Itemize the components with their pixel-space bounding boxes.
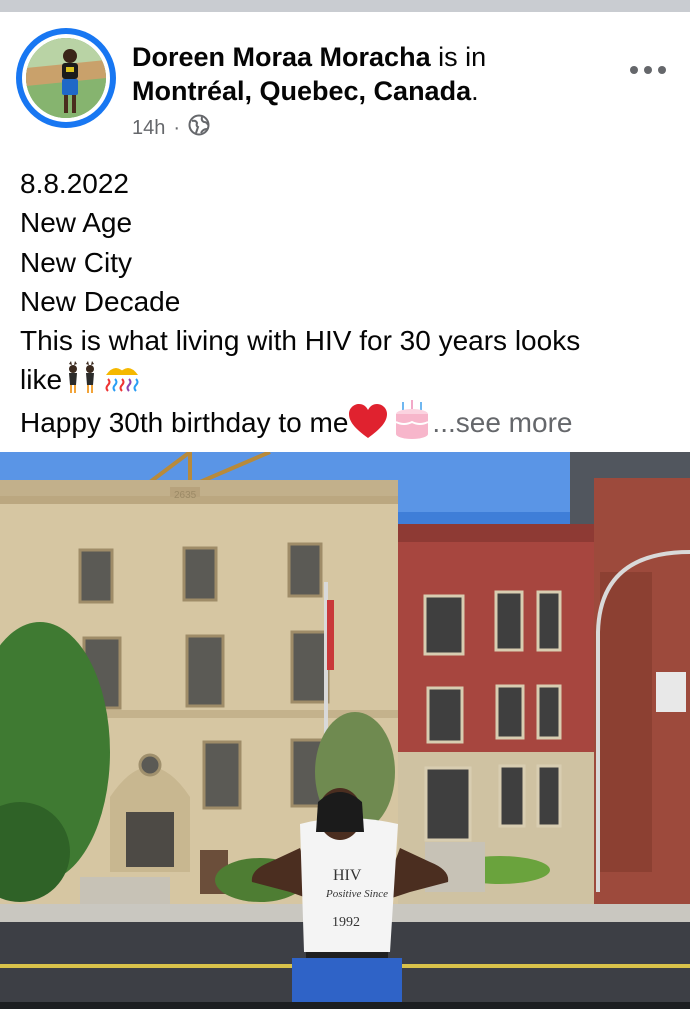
post-text-line-birthday: Happy 30th birthday to me ...see more <box>20 399 680 442</box>
shirt-text-hiv: HIV <box>333 867 362 884</box>
dancers-emoji-icon <box>62 361 102 395</box>
location-link[interactable]: Montréal, Quebec, Canada <box>132 76 471 106</box>
author-name[interactable]: Doreen Moraa Moracha <box>132 42 431 72</box>
see-more-link[interactable]: ...see more <box>432 407 572 438</box>
post-text-line: like <box>20 364 63 396</box>
globe-icon <box>188 114 210 142</box>
bottom-edge <box>0 1002 690 1009</box>
more-options-icon[interactable] <box>630 66 670 80</box>
post-text-line: New City <box>20 246 133 278</box>
birthday-cake-emoji-icon <box>388 399 432 439</box>
post-text-line: 8.8.2022 <box>20 168 129 199</box>
post-text-line-emoji: like <box>20 360 680 399</box>
shirt-text-year: 1992 <box>332 915 360 930</box>
avatar[interactable] <box>26 38 106 118</box>
meta-separator: · <box>173 116 181 139</box>
post-photo[interactable]: HIV Positive Since 1992 2635 <box>0 452 690 1002</box>
status-bar-divider <box>0 0 690 12</box>
post-author-line: Doreen Moraa Moracha is in Montréal, Que… <box>132 40 612 108</box>
post-text-line: New Decade <box>20 285 181 317</box>
post-timestamp[interactable]: 14h <box>132 117 165 140</box>
post-text-line: New Age <box>20 207 133 239</box>
building-sign: 2635 <box>174 490 197 501</box>
post-text-line: This is what living with HIV for 30 year… <box>20 325 581 357</box>
author-connector: is in <box>438 42 487 72</box>
post-header: Doreen Moraa Moracha is in Montréal, Que… <box>0 12 690 152</box>
red-heart-emoji-icon <box>348 403 388 438</box>
party-popper-emoji-icon <box>102 364 142 395</box>
shirt-text-positive: Positive Since <box>325 888 388 900</box>
location-suffix: . <box>471 76 479 106</box>
post-meta: 14h · <box>132 114 210 142</box>
post-text-line: Happy 30th birthday to me <box>20 406 349 438</box>
post-text: 8.8.2022 New Age New City New Decade Thi… <box>20 164 680 442</box>
